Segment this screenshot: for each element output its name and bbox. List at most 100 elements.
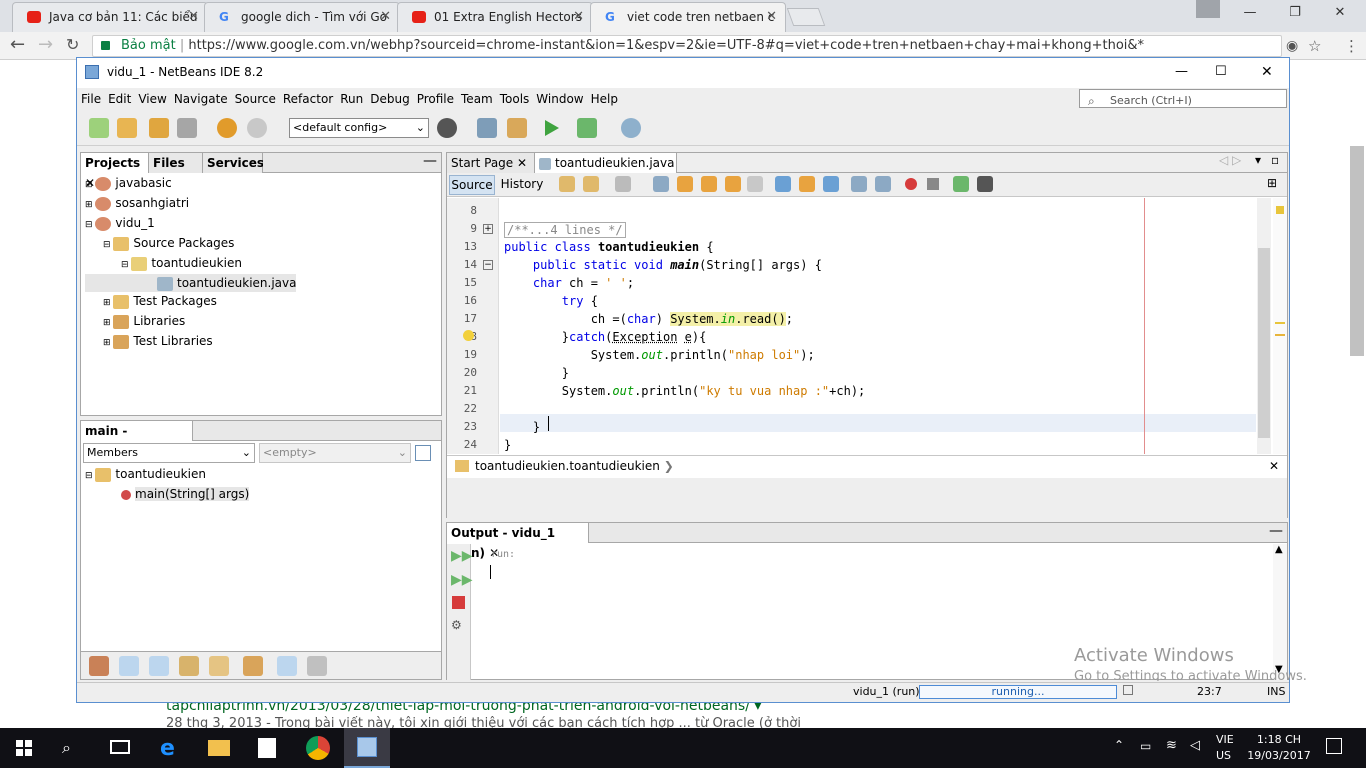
tree-item[interactable]: ⊞ Test Libraries (85, 332, 296, 352)
tab-java-file[interactable]: toantudieukien.java ✕ (535, 153, 677, 190)
rerun-icon[interactable]: ▶▶ (451, 548, 473, 564)
back-icon[interactable]: ← (10, 34, 25, 55)
forward-icon[interactable]: → (38, 34, 53, 55)
page-scrollbar[interactable] (1350, 146, 1364, 356)
members-select[interactable]: Members ⌄ (83, 443, 255, 463)
minimize-panel-icon[interactable]: — (423, 153, 437, 169)
config-select[interactable]: <default config> ⌄ (289, 118, 429, 138)
network-icon[interactable]: ▭ (1140, 739, 1151, 753)
uncomment-icon[interactable] (977, 176, 993, 192)
tree-item[interactable]: ⊟ vidu_1 (85, 214, 296, 234)
maximize-icon[interactable]: ▫ (1271, 153, 1279, 167)
target-icon[interactable]: ◉ (1286, 38, 1298, 54)
nav-class[interactable]: ⊟ toantudieukien (85, 465, 249, 485)
tab-projects[interactable]: Projects ✕ (81, 153, 149, 190)
volume-icon[interactable]: ◁ (1190, 738, 1200, 753)
browser-tab-4[interactable]: G viet code tren netbaen c ✕ (590, 2, 786, 32)
start-icon[interactable] (16, 740, 32, 756)
netbeans-taskbar-item[interactable] (344, 728, 390, 768)
stop-macro-icon[interactable] (927, 178, 939, 190)
nav-method[interactable]: main(String[] args) (85, 485, 250, 503)
menu-file[interactable]: File (78, 88, 104, 110)
scroll-thumb[interactable] (1258, 248, 1270, 438)
history-tab[interactable]: History (499, 175, 545, 195)
close-icon[interactable]: ✕ (573, 3, 584, 31)
filter-static-icon[interactable] (149, 656, 169, 676)
code-area[interactable]: /**...4 lines */ public class toantudieu… (500, 198, 1256, 454)
browser-tab-3[interactable]: 01 Extra English Hectors ✕ (397, 2, 593, 32)
tab-services[interactable]: Services (203, 153, 264, 173)
minimize-button[interactable]: — (1175, 58, 1188, 86)
record-macro-icon[interactable] (905, 178, 917, 190)
tree-item-selected[interactable]: toantudieukien.java (85, 274, 297, 292)
collapse-fold-icon[interactable]: − (483, 260, 493, 270)
user-icon[interactable] (1196, 0, 1220, 18)
menu-tools[interactable]: Tools (497, 88, 533, 110)
cancel-icon[interactable] (1123, 685, 1133, 695)
last-edit-icon[interactable] (559, 176, 575, 192)
progress-bar[interactable]: running... (919, 685, 1117, 699)
tab-output[interactable]: Output - vidu_1 (run) ✕ (447, 523, 589, 560)
menu-icon[interactable]: ⋮ (1344, 37, 1359, 55)
expand-fold-icon[interactable]: + (483, 224, 493, 234)
close-icon[interactable]: ✕ (188, 3, 199, 31)
toggle-bookmark-icon[interactable] (823, 176, 839, 192)
save-all-icon[interactable] (177, 118, 197, 138)
chrome-icon[interactable] (306, 736, 330, 760)
clean-build-icon[interactable] (507, 118, 527, 138)
breadcrumb-label[interactable]: toantudieukien.toantudieukien (475, 459, 660, 473)
clock[interactable]: 1:18 CH 19/03/2017 (1246, 732, 1312, 764)
rect-select-icon[interactable] (747, 176, 763, 192)
tree-item[interactable]: ⊞ Libraries (85, 312, 296, 332)
folded-comment[interactable]: /**...4 lines */ (504, 222, 626, 238)
toggle-highlight-icon[interactable] (725, 176, 741, 192)
comment-icon[interactable] (953, 176, 969, 192)
menu-view[interactable]: View (135, 88, 169, 110)
tab-start-page[interactable]: Start Page ✕ (447, 153, 535, 173)
layout-icon[interactable] (415, 445, 431, 461)
menu-team[interactable]: Team (458, 88, 496, 110)
rerun-params-icon[interactable]: ▶▶ (451, 572, 473, 588)
close-button[interactable]: ✕ (1261, 58, 1273, 86)
menu-run[interactable]: Run (337, 88, 366, 110)
chevron-down-icon[interactable]: ▾ (1255, 153, 1261, 167)
minimize-panel-icon[interactable]: — (1269, 523, 1283, 539)
new-tab-button[interactable] (786, 8, 826, 26)
editor-scrollbar[interactable] (1257, 198, 1271, 454)
restore-button[interactable]: ❐ (1273, 0, 1317, 28)
open-project-icon[interactable] (149, 118, 169, 138)
profile-icon[interactable] (621, 118, 641, 138)
new-project-icon[interactable] (117, 118, 137, 138)
shift-left-icon[interactable] (851, 176, 867, 192)
filter-fields-icon[interactable] (119, 656, 139, 676)
minimize-button[interactable]: — (1228, 0, 1272, 28)
find-icon[interactable] (653, 176, 669, 192)
menu-profile[interactable]: Profile (414, 88, 457, 110)
filter-icon[interactable] (89, 656, 109, 676)
menu-edit[interactable]: Edit (105, 88, 134, 110)
language-indicator[interactable]: VIE US (1216, 732, 1234, 764)
forward-icon[interactable] (615, 176, 631, 192)
warning-marker[interactable] (1276, 206, 1284, 214)
prev-bookmark-icon[interactable] (775, 176, 791, 192)
filter-private-icon[interactable] (179, 656, 199, 676)
menu-refactor[interactable]: Refactor (280, 88, 336, 110)
filter-select[interactable]: <empty> ⌄ (259, 443, 411, 463)
sort-source-icon[interactable] (307, 656, 327, 676)
task-view-icon[interactable] (110, 740, 130, 754)
find-next-icon[interactable] (701, 176, 717, 192)
search-input[interactable]: ⌕ Search (Ctrl+I) (1079, 89, 1287, 108)
shift-right-icon[interactable] (875, 176, 891, 192)
notifications-icon[interactable] (1326, 738, 1342, 754)
next-bookmark-icon[interactable] (799, 176, 815, 192)
tree-item[interactable]: ⊟ toantudieukien (85, 254, 296, 274)
back-icon[interactable] (583, 176, 599, 192)
debug-icon[interactable] (577, 118, 597, 138)
browser-tab-1[interactable]: Java cơ bản 11: Các biểu ✕ (12, 2, 208, 32)
address-bar[interactable]: Bảo mật | https://www.google.com.vn/webh… (92, 35, 1282, 57)
browser-tab-2[interactable]: G google dich - Tìm với Go ✕ (204, 2, 400, 32)
star-icon[interactable]: ☆ (1308, 37, 1321, 55)
menu-debug[interactable]: Debug (367, 88, 412, 110)
settings-icon[interactable]: ⚙ (451, 618, 462, 632)
undo-icon[interactable] (217, 118, 237, 138)
